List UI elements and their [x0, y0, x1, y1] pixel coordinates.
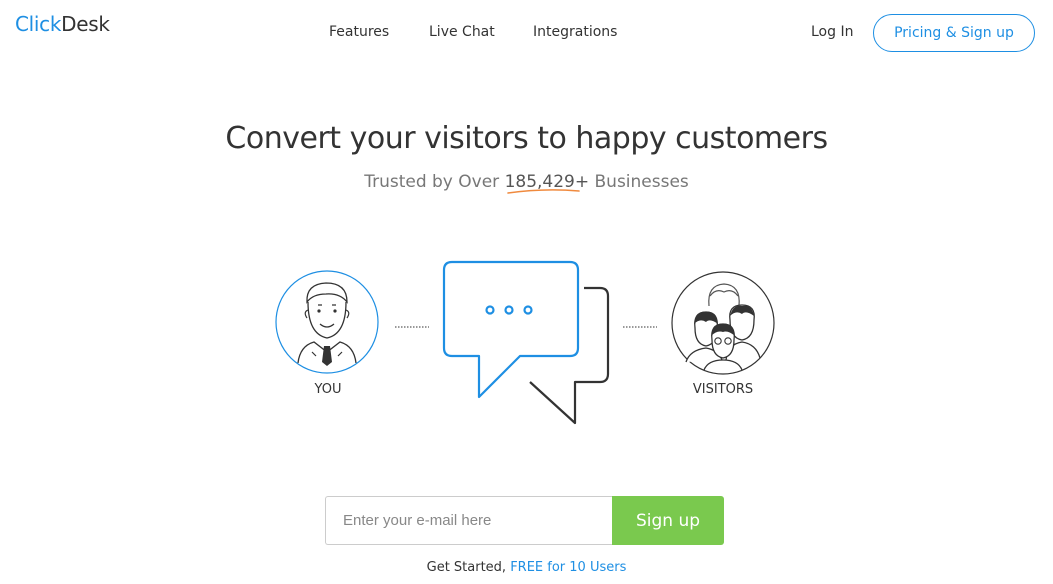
business-count: 185,429+ — [504, 172, 590, 192]
brand-logo[interactable]: ClickDesk — [15, 12, 110, 36]
email-input[interactable] — [325, 496, 612, 545]
free-users-link[interactable]: FREE for 10 Users — [510, 560, 626, 575]
hero-subtitle: Trusted by Over 185,429+ Businesses — [0, 172, 1053, 192]
signup-button[interactable]: Sign up — [612, 496, 724, 545]
hero-subtitle-suffix: Businesses — [589, 172, 689, 192]
nav-login[interactable]: Log In — [811, 24, 853, 40]
signup-form: Sign up — [325, 496, 724, 545]
nav-features[interactable]: Features — [329, 24, 389, 40]
nav-integrations[interactable]: Integrations — [533, 24, 617, 40]
brand-logo-desk: Desk — [61, 12, 110, 36]
nav-live-chat[interactable]: Live Chat — [429, 24, 495, 40]
visitors-label: VISITORS — [692, 382, 754, 397]
pricing-signup-button[interactable]: Pricing & Sign up — [873, 14, 1035, 52]
visitors-group-icon — [671, 271, 775, 375]
agent-avatar-icon — [275, 270, 379, 374]
hero-title: Convert your visitors to happy customers — [225, 121, 828, 156]
chat-bubble-icon — [442, 260, 610, 425]
you-label: YOU — [314, 382, 342, 397]
footer-note: Get Started, FREE for 10 Users — [0, 560, 1053, 575]
hero-subtitle-prefix: Trusted by Over — [364, 172, 505, 192]
brand-logo-click: Click — [15, 12, 62, 36]
footer-prefix: Get Started, — [426, 560, 511, 575]
